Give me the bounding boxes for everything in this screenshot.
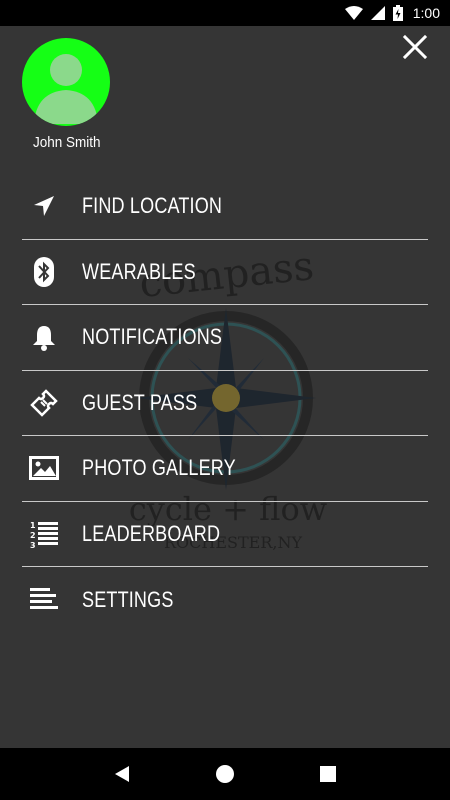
menu-item-find-location[interactable]: FIND LOCATION [22,174,428,240]
home-button[interactable] [205,754,245,794]
navigation-drawer: compass cycle + flow ROCHESTER,NY John S… [0,26,450,748]
menu-item-notifications[interactable]: NOTIFICATIONS [22,305,428,371]
status-time: 1:00 [412,5,440,21]
back-button[interactable] [102,754,142,794]
menu-item-label: PHOTO GALLERY [82,455,236,481]
back-icon [114,766,129,782]
svg-text:2: 2 [30,531,36,540]
close-icon [402,34,428,60]
signal-icon [370,6,385,20]
bluetooth-icon [24,256,64,287]
ticket-icon [24,388,64,418]
menu-item-label: FIND LOCATION [82,193,223,219]
location-arrow-icon [24,191,64,221]
drawer-menu: FIND LOCATION WEARABLES NOTIFICATIONS GU… [22,174,428,633]
settings-lines-icon [24,585,64,615]
svg-text:3: 3 [30,541,36,549]
menu-item-guest-pass[interactable]: GUEST PASS [22,371,428,436]
battery-charging-icon [392,5,403,21]
system-nav-bar [0,748,450,800]
menu-item-label: WEARABLES [82,258,196,284]
menu-item-label: NOTIFICATIONS [82,324,223,350]
menu-item-leaderboard[interactable]: 1 2 3 LEADERBOARD [22,502,428,567]
menu-item-photo-gallery[interactable]: PHOTO GALLERY [22,436,428,502]
menu-item-label: GUEST PASS [82,389,198,415]
svg-text:1: 1 [30,521,36,530]
menu-item-settings[interactable]: SETTINGS [22,567,428,633]
menu-item-label: LEADERBOARD [82,520,221,546]
menu-item-label: SETTINGS [82,586,174,612]
status-bar: 1:00 [0,0,450,26]
bell-icon [24,322,64,352]
recents-icon [320,766,337,782]
home-icon [215,765,234,783]
avatar[interactable] [22,38,110,126]
user-silhouette-icon [34,54,98,124]
wifi-icon [344,6,363,20]
user-name: John Smith [33,134,101,151]
image-icon [24,453,64,483]
numbered-list-icon: 1 2 3 [24,519,64,549]
menu-item-wearables[interactable]: WEARABLES [22,240,428,305]
close-button[interactable] [402,34,428,60]
recents-button[interactable] [308,754,348,794]
